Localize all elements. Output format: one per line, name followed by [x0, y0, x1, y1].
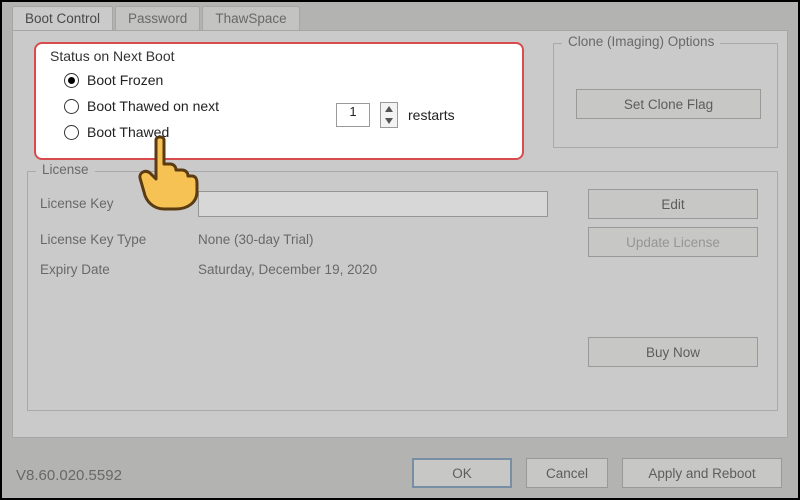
- buy-now-button[interactable]: Buy Now: [588, 337, 758, 367]
- radio-icon: [64, 73, 79, 88]
- radio-label: Boot Frozen: [87, 72, 163, 88]
- radio-label: Boot Thawed on next: [87, 98, 219, 114]
- chevron-down-icon: [385, 118, 393, 124]
- version-label: V8.60.020.5592: [16, 467, 122, 484]
- tab-password[interactable]: Password: [115, 6, 200, 30]
- license-type-value: None (30-day Trial): [198, 232, 314, 247]
- status-on-next-boot-group: Status on Next Boot Boot Frozen Boot Tha…: [34, 42, 524, 160]
- clone-options-group: Clone (Imaging) Options Set Clone Flag: [553, 43, 778, 148]
- radio-boot-frozen[interactable]: Boot Frozen: [64, 72, 219, 88]
- license-key-label: License Key: [40, 196, 114, 211]
- tab-thawspace[interactable]: ThawSpace: [202, 6, 299, 30]
- spinner-buttons: [380, 102, 398, 128]
- tab-strip: Boot Control Password ThawSpace: [12, 6, 300, 30]
- set-clone-flag-button[interactable]: Set Clone Flag: [576, 89, 761, 119]
- footer-buttons: OK Cancel Apply and Reboot: [412, 458, 782, 488]
- cancel-button[interactable]: Cancel: [526, 458, 608, 488]
- chevron-up-icon: [385, 106, 393, 112]
- radio-label: Boot Thawed: [87, 124, 169, 140]
- spinner-down-button[interactable]: [381, 115, 397, 127]
- restart-count-spinner: 1 restarts: [336, 102, 455, 128]
- ok-button[interactable]: OK: [412, 458, 512, 488]
- license-key-input[interactable]: [198, 191, 548, 217]
- expiry-date-value: Saturday, December 19, 2020: [198, 262, 377, 277]
- license-group: License License Key License Key Type Non…: [27, 171, 778, 411]
- update-license-button[interactable]: Update License: [588, 227, 758, 257]
- expiry-date-label: Expiry Date: [40, 262, 110, 277]
- radio-icon: [64, 125, 79, 140]
- restarts-unit-label: restarts: [408, 107, 455, 123]
- radio-boot-thawed-on-next[interactable]: Boot Thawed on next: [64, 98, 219, 114]
- radio-boot-thawed[interactable]: Boot Thawed: [64, 124, 219, 140]
- radio-icon: [64, 99, 79, 114]
- clone-group-title: Clone (Imaging) Options: [562, 34, 720, 49]
- tab-boot-control[interactable]: Boot Control: [12, 6, 113, 30]
- license-type-label: License Key Type: [40, 232, 146, 247]
- status-group-title: Status on Next Boot: [50, 48, 175, 64]
- restart-count-input[interactable]: 1: [336, 103, 370, 127]
- apply-and-reboot-button[interactable]: Apply and Reboot: [622, 458, 782, 488]
- spinner-up-button[interactable]: [381, 103, 397, 115]
- license-group-title: License: [36, 162, 95, 177]
- edit-license-button[interactable]: Edit: [588, 189, 758, 219]
